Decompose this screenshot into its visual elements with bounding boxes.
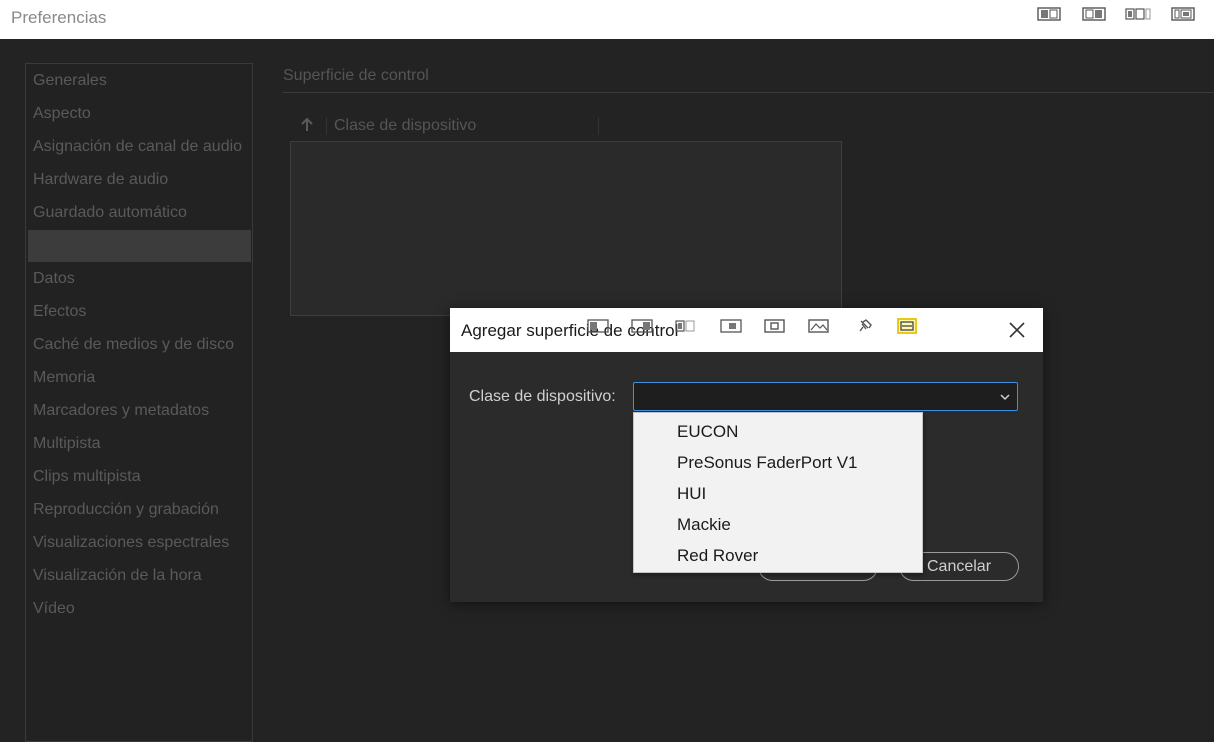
sidebar-item-datos[interactable]: Datos	[33, 270, 75, 288]
sidebar-item-asignacion-canal[interactable]: Asignación de canal de audio	[33, 138, 242, 156]
window-capture-icon[interactable]	[763, 318, 787, 334]
dropdown-option-presonus[interactable]: PreSonus FaderPort V1	[634, 447, 922, 478]
snap-right-icon[interactable]	[1082, 6, 1108, 22]
dropdown-option-hui[interactable]: HUI	[634, 478, 922, 509]
device-list[interactable]	[290, 141, 842, 316]
window-title: Preferencias	[11, 8, 107, 27]
sidebar-item-hardware-audio[interactable]: Hardware de audio	[33, 171, 168, 189]
sidebar-item-video[interactable]: Vídeo	[33, 600, 75, 618]
preferences-sidebar: Generales Aspecto Asignación de canal de…	[25, 63, 253, 742]
dropdown-option-red-rover[interactable]: Red Rover	[634, 540, 922, 571]
sidebar-item-cache[interactable]: Caché de medios y de disco	[33, 336, 234, 354]
snap-grid-icon[interactable]	[720, 318, 744, 334]
sidebar-item-hora[interactable]: Visualización de la hora	[33, 567, 202, 585]
device-table-header: Clase de dispositivo	[290, 112, 842, 140]
sidebar-item-clips[interactable]: Clips multipista	[33, 468, 141, 486]
snap-left-icon[interactable]	[1037, 6, 1063, 22]
column-header-device-class[interactable]: Clase de dispositivo	[334, 117, 476, 135]
dropdown-option-mackie[interactable]: Mackie	[634, 509, 922, 540]
sidebar-item-marcadores[interactable]: Marcadores y metadatos	[33, 402, 209, 420]
column-separator	[598, 117, 599, 135]
section-divider	[283, 92, 1214, 93]
image-capture-icon[interactable]	[807, 318, 831, 334]
column-separator	[326, 117, 327, 135]
chevron-down-icon	[1000, 394, 1010, 401]
device-class-label: Clase de dispositivo:	[469, 388, 616, 405]
sidebar-item-aspecto[interactable]: Aspecto	[33, 105, 91, 123]
device-class-select[interactable]	[633, 382, 1018, 411]
sidebar-item-guardado[interactable]: Guardado automático	[33, 204, 187, 222]
sidebar-item-memoria[interactable]: Memoria	[33, 369, 95, 387]
section-title: Superficie de control	[283, 67, 429, 84]
close-icon[interactable]	[1007, 320, 1027, 340]
snap-split-icon[interactable]	[675, 318, 699, 334]
device-class-dropdown: EUCON PreSonus FaderPort V1 HUI Mackie R…	[633, 412, 923, 573]
snap-split-icon[interactable]	[1125, 6, 1151, 22]
sort-ascending-icon[interactable]	[300, 117, 314, 133]
sidebar-item-reproduccion[interactable]: Reproducción y grabación	[33, 501, 219, 519]
sidebar-selected-highlight[interactable]	[28, 230, 251, 262]
window-titlebar: Preferencias	[0, 0, 1214, 39]
dialog-titlebar: Agregar superficie de control	[450, 308, 1043, 352]
sidebar-item-multipista[interactable]: Multipista	[33, 435, 101, 453]
sidebar-item-espectrales[interactable]: Visualizaciones espectrales	[33, 534, 229, 552]
sidebar-item-efectos[interactable]: Efectos	[33, 303, 86, 321]
snap-right-icon[interactable]	[631, 318, 655, 334]
snap-left-icon[interactable]	[587, 318, 611, 334]
snap-grid-icon[interactable]	[1171, 6, 1197, 22]
dropdown-option-eucon[interactable]: EUCON	[634, 416, 922, 447]
pin-icon[interactable]	[851, 318, 875, 334]
fullscreen-capture-icon[interactable]	[895, 318, 919, 334]
sidebar-item-generales[interactable]: Generales	[33, 72, 107, 90]
